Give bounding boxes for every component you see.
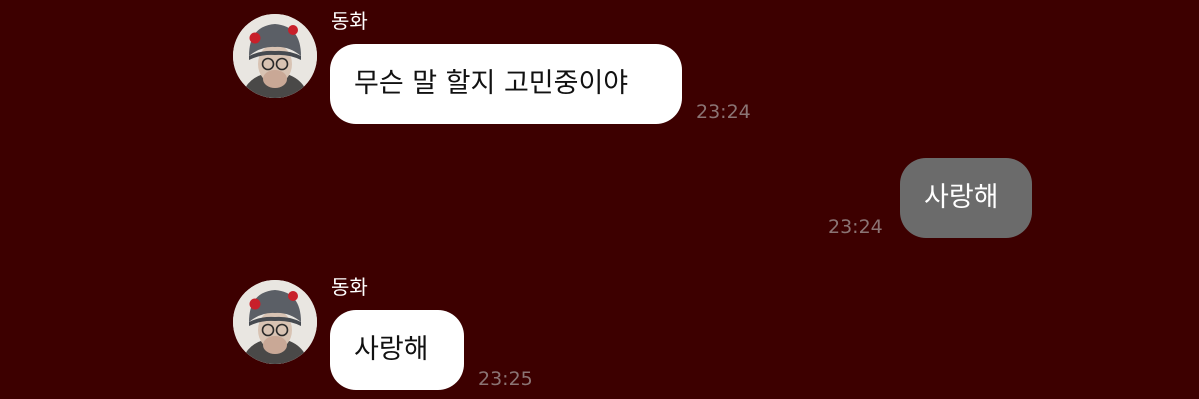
profile-photo-icon [233, 14, 317, 98]
message-timestamp: 23:24 [696, 101, 751, 123]
message-timestamp: 23:25 [478, 368, 533, 390]
avatar[interactable] [233, 14, 317, 98]
message-bubble[interactable]: 무슨 말 할지 고민중이야 [330, 44, 682, 124]
message-timestamp: 23:24 [828, 216, 883, 238]
sender-name: 동화 [331, 9, 368, 33]
sender-name: 동화 [331, 275, 368, 299]
profile-photo-icon [233, 280, 317, 364]
avatar[interactable] [233, 280, 317, 364]
message-bubble[interactable]: 사랑해 [900, 158, 1032, 238]
message-bubble[interactable]: 사랑해 [330, 310, 464, 390]
